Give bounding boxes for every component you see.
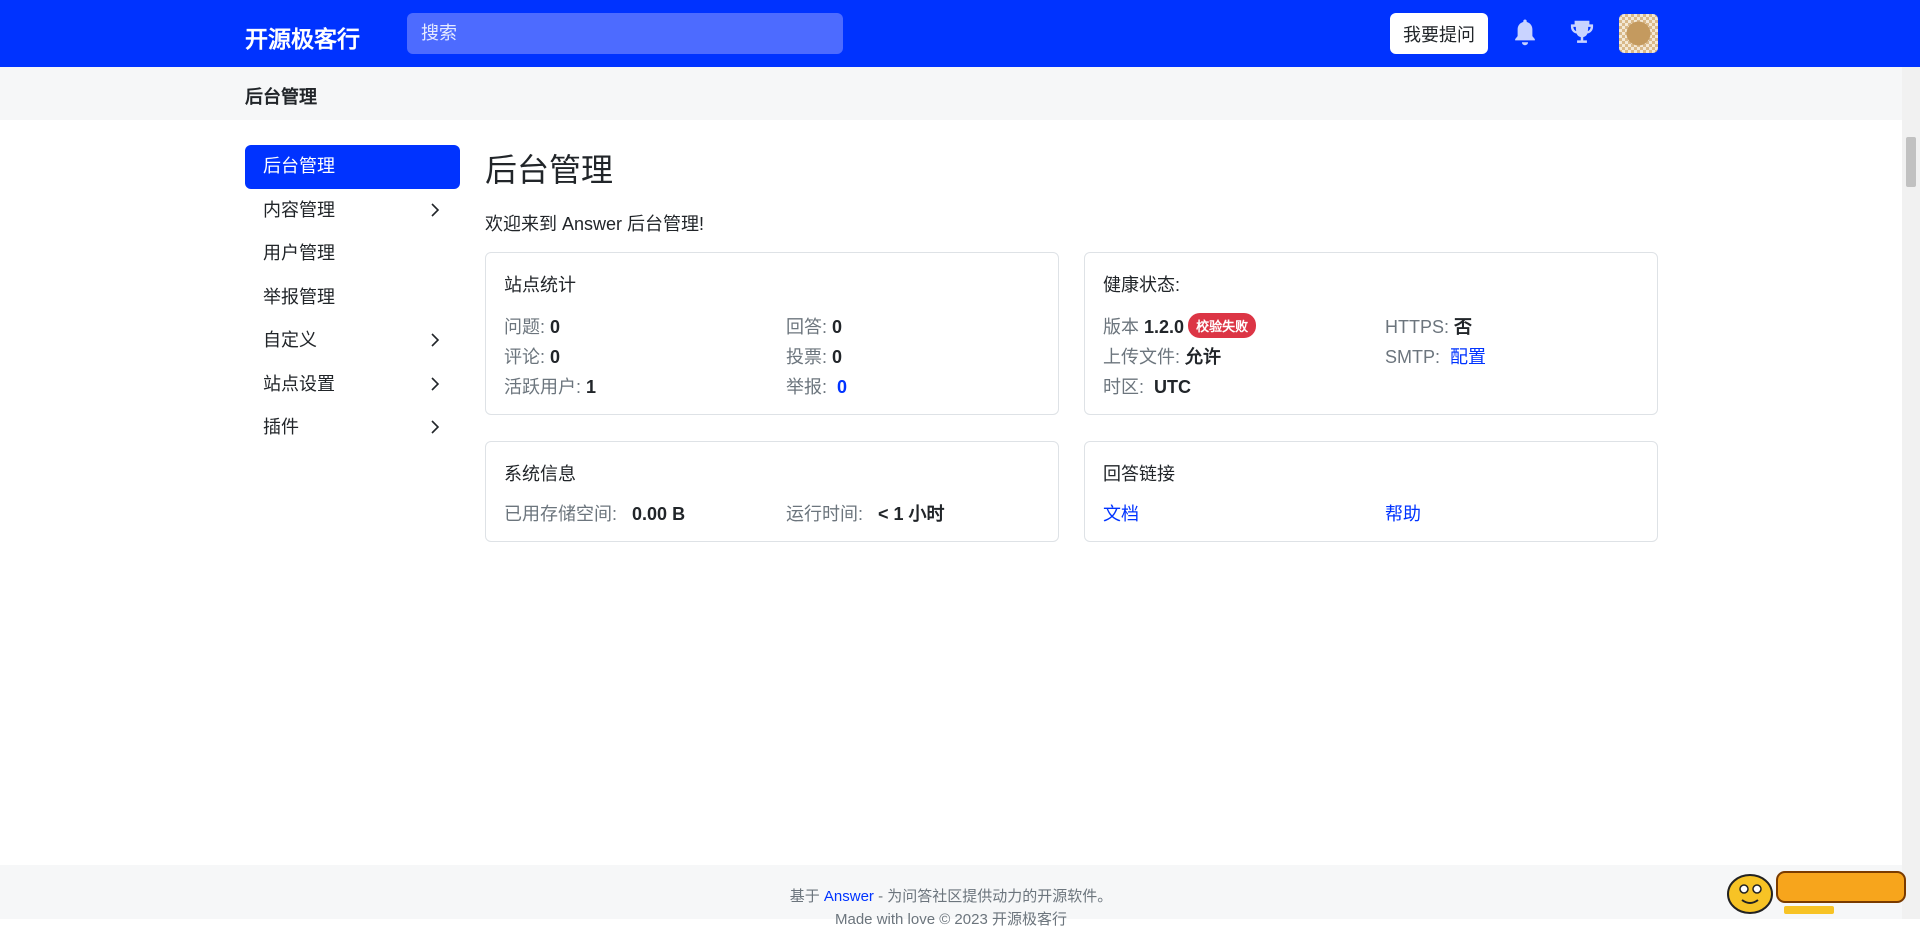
chevron-right-icon (431, 376, 440, 391)
stat-answers: 回答: 0 (786, 317, 843, 337)
docs-link[interactable]: 文档 (1103, 504, 1139, 524)
stat-votes: 投票: 0 (786, 347, 843, 367)
health-version: 版本 1.2.0 校验失败 (1103, 313, 1257, 339)
card-title: 回答链接 (1103, 464, 1175, 484)
sidebar-item-users[interactable]: 用户管理 (245, 232, 460, 276)
answer-links-card: 回答链接 文档 帮助 (1084, 441, 1658, 542)
sidebar-item-customize[interactable]: 自定义 (245, 319, 460, 363)
brand-logo-link[interactable]: 开源极客行 (245, 20, 360, 54)
welcome-text: 欢迎来到 Answer 后台管理! (485, 214, 705, 234)
sidebar-item-label: 内容管理 (263, 199, 335, 220)
stat-questions: 问题: 0 (504, 317, 561, 337)
sidebar-item-label: 站点设置 (263, 373, 335, 394)
smtp-config-link[interactable]: 配置 (1450, 347, 1486, 367)
footer: 基于 Answer - 为问答社区提供动力的开源软件。 Made with lo… (0, 865, 1902, 928)
card-title: 站点统计 (504, 275, 576, 295)
stat-comments: 评论: 0 (504, 347, 561, 367)
page-title: 后台管理 (485, 152, 614, 188)
user-avatar[interactable] (1619, 14, 1658, 53)
stat-active-users: 活跃用户: 1 (504, 377, 597, 397)
sidebar-item-label: 举报管理 (263, 286, 335, 307)
health-status-card: 健康状态: 版本 1.2.0 校验失败 HTTPS: 否 上传文件: 允许 SMT… (1084, 252, 1658, 415)
health-smtp: SMTP: 配置 (1385, 347, 1487, 367)
chevron-right-icon (431, 420, 440, 434)
scrollbar-thumb[interactable] (1906, 137, 1916, 187)
reports-count-link[interactable]: 0 (837, 377, 847, 397)
card-title: 系统信息 (504, 464, 576, 484)
health-timezone: 时区: UTC (1103, 377, 1192, 397)
chevron-right-icon (431, 333, 440, 347)
watermark-logo (1727, 871, 1906, 914)
sidebar-item-label: 用户管理 (263, 243, 335, 263)
sidebar-item-site-settings[interactable]: 站点设置 (245, 363, 460, 407)
bell-icon[interactable] (1510, 17, 1540, 49)
sidebar-item-label: 后台管理 (263, 156, 335, 176)
storage-used: 已用存储空间: 0.00 B (504, 504, 686, 524)
ask-question-button[interactable]: 我要提问 (1390, 13, 1488, 54)
page-header-bar: 后台管理 (0, 67, 1902, 120)
sidebar-item-content[interactable]: 内容管理 (245, 189, 460, 233)
uptime: 运行时间: < 1 小时 (786, 504, 945, 524)
page-heading: 后台管理 (245, 87, 317, 107)
chevron-right-icon (431, 202, 440, 217)
search-box[interactable] (407, 13, 843, 54)
search-input[interactable] (407, 13, 843, 54)
help-link[interactable]: 帮助 (1385, 504, 1421, 524)
site-stats-card: 站点统计 问题: 0 回答: 0 评论: 0 投票: 0 活跃用户: 1 举报:… (485, 252, 1059, 415)
card-title: 健康状态: (1103, 275, 1181, 295)
status-badge: 校验失败 (1188, 313, 1257, 338)
health-upload: 上传文件: 允许 (1103, 347, 1222, 367)
sidebar-item-plugins[interactable]: 插件 (245, 406, 460, 450)
page-scrollbar[interactable] (1902, 67, 1920, 919)
sidebar-item-dashboard[interactable]: 后台管理 (245, 145, 460, 189)
system-info-card: 系统信息 已用存储空间: 0.00 B 运行时间: < 1 小时 (485, 441, 1059, 542)
trophy-icon[interactable] (1567, 17, 1597, 49)
top-navbar: 开源极客行 我要提问 (0, 0, 1920, 67)
stat-reports: 举报: 0 (786, 377, 848, 397)
admin-sidebar: 后台管理 内容管理 用户管理 举报管理 自定义 站点设置 插件 (245, 145, 460, 450)
sidebar-item-reports[interactable]: 举报管理 (245, 276, 460, 320)
sidebar-item-label: 自定义 (263, 330, 317, 350)
health-https: HTTPS: 否 (1385, 317, 1473, 337)
footer-credit: 基于 Answer - 为问答社区提供动力的开源软件。 (789, 888, 1113, 905)
answer-link[interactable]: Answer (824, 888, 874, 905)
sidebar-item-label: 插件 (263, 417, 299, 437)
